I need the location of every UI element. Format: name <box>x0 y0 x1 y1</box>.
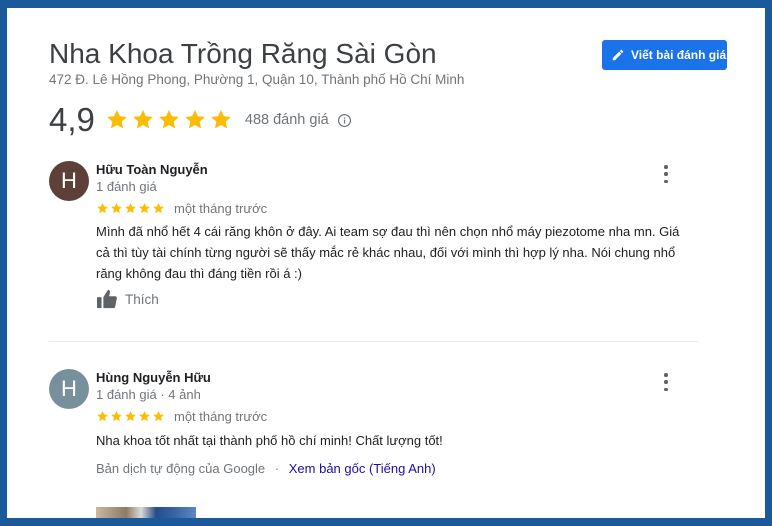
info-icon[interactable] <box>337 113 352 128</box>
star-icon <box>125 203 136 214</box>
write-review-label: Viết bài đánh giá <box>631 48 727 62</box>
place-address: 472 Đ. Lê Hồng Phong, Phường 1, Quận 10,… <box>49 72 465 87</box>
avatar-initial: H <box>61 168 77 193</box>
star-icon <box>97 411 108 422</box>
star-icon <box>159 110 179 129</box>
star-icon <box>211 110 231 129</box>
view-original-link[interactable]: Xem bản gốc (Tiếng Anh) <box>289 461 436 476</box>
review-stars <box>96 202 165 215</box>
star-icon <box>139 411 150 422</box>
avatar-initial: H <box>61 376 77 401</box>
review-date: một tháng trước <box>174 409 268 424</box>
review-count: 488 đánh giá <box>244 112 329 128</box>
write-review-button[interactable]: Viết bài đánh giá <box>602 40 727 70</box>
rating-value: 4,9 <box>49 101 95 138</box>
place-title: Nha Khoa Trồng Răng Sài Gòn <box>49 38 437 69</box>
thumbs-up-icon <box>96 289 118 309</box>
review-text: Mình đã nhổ hết 4 cái răng khôn ở đây. A… <box>96 224 680 281</box>
pencil-icon <box>611 48 625 62</box>
translation-note: Bản dịch tự động của Google <box>96 461 266 476</box>
review-stars <box>96 410 165 423</box>
review-text: Nha khoa tốt nhất tại thành phố hồ chí m… <box>96 433 443 448</box>
translation-separator: · <box>274 461 280 476</box>
review-rating: một tháng trước <box>96 201 267 216</box>
review-date: một tháng trước <box>174 201 268 216</box>
like-label: Thích <box>125 291 159 307</box>
reviews-panel: Nha Khoa Trồng Răng Sài Gòn 472 Đ. Lê Hồ… <box>7 8 765 518</box>
star-icon <box>153 203 164 214</box>
avatar[interactable]: H <box>49 161 89 201</box>
star-icon <box>133 110 153 129</box>
like-button[interactable]: Thích <box>96 289 159 309</box>
review-item: H Hùng Nguyễn Hữu 1 đánh giá · 4 ảnh một… <box>49 369 699 518</box>
star-icon <box>139 203 150 214</box>
more-options-icon[interactable] <box>661 373 671 391</box>
reviewer-meta: 1 đánh giá · 4 ảnh <box>96 387 201 402</box>
star-icon <box>125 411 136 422</box>
reviewer-name[interactable]: Hùng Nguyễn Hữu <box>96 370 211 385</box>
star-icon <box>107 110 127 129</box>
star-icon <box>97 203 108 214</box>
review-rating: một tháng trước <box>96 409 267 424</box>
rating-summary: 4,9 488 đánh giá <box>49 101 352 138</box>
translation-line: Bản dịch tự động của Google · Xem bản gố… <box>96 461 436 476</box>
review-photo[interactable] <box>96 507 196 518</box>
review-item: H Hữu Toàn Nguyễn 1 đánh giá một tháng t… <box>49 161 699 321</box>
reviewer-name[interactable]: Hữu Toàn Nguyễn <box>96 162 208 177</box>
star-icon <box>153 411 164 422</box>
star-icon <box>111 411 122 422</box>
reviewer-meta: 1 đánh giá <box>96 179 157 194</box>
review-divider <box>49 341 699 342</box>
more-options-icon[interactable] <box>661 165 671 183</box>
star-icon <box>185 110 205 129</box>
avatar[interactable]: H <box>49 369 89 409</box>
star-icon <box>111 203 122 214</box>
rating-stars <box>105 108 233 132</box>
